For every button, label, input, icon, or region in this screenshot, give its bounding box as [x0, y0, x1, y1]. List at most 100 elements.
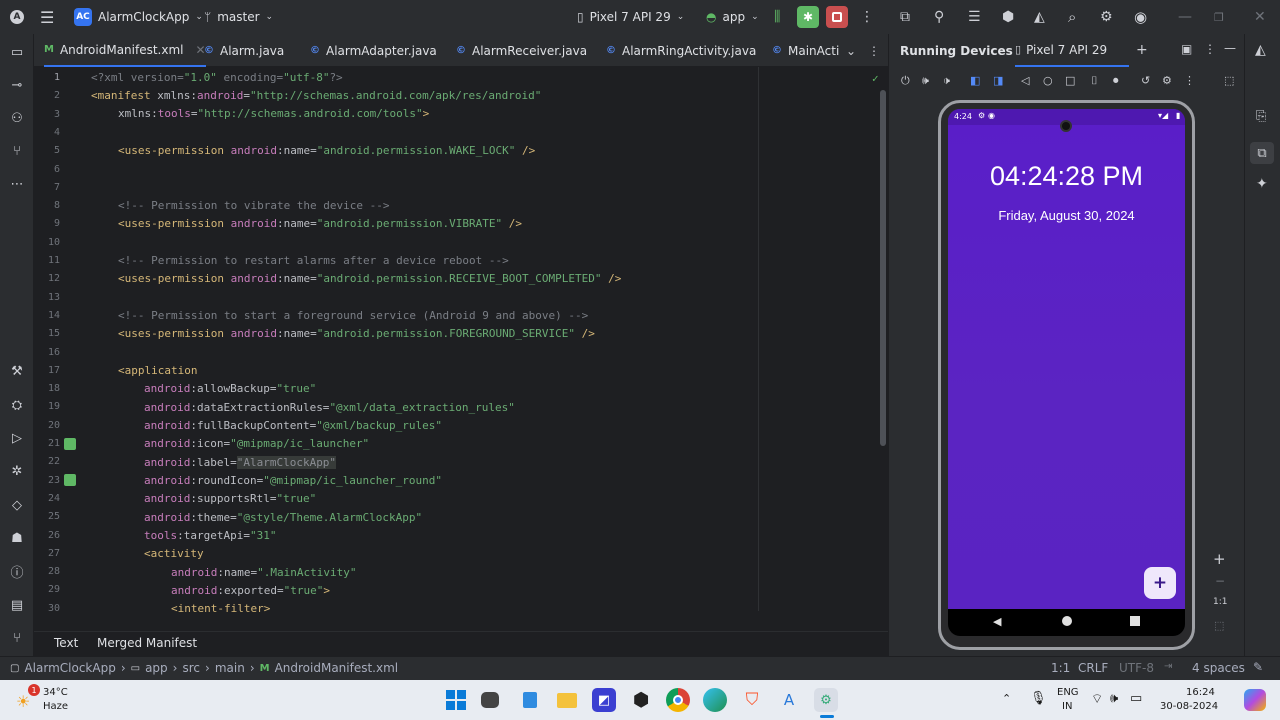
add-device-icon[interactable]: +	[1136, 42, 1148, 58]
hide-panel-icon[interactable]: —	[1224, 41, 1236, 55]
line-separator[interactable]: CRLF	[1078, 661, 1108, 675]
battery-icon[interactable]: ▭	[1130, 691, 1142, 706]
tab-androidmanifest[interactable]: M AndroidManifest.xml ✕	[44, 34, 206, 67]
search-icon[interactable]: ⌕	[1068, 0, 1076, 34]
build-icon[interactable]: ⚒	[8, 362, 26, 380]
add-alarm-fab[interactable]: +	[1144, 567, 1176, 599]
device-selector[interactable]: ▯ Pixel 7 API 29 ⌄	[577, 0, 684, 34]
device-tab[interactable]: ▯ Pixel 7 API 29	[1015, 34, 1129, 67]
edge-icon[interactable]	[703, 688, 727, 712]
breadcrumb-item[interactable]: app	[145, 661, 168, 675]
file-encoding[interactable]: UTF-8	[1119, 661, 1154, 675]
android-studio-logo-icon[interactable]: A	[10, 0, 24, 34]
project-folder-icon[interactable]: ▭	[8, 43, 26, 61]
logcat-icon[interactable]: ☰	[968, 0, 981, 34]
tab-mainactivity[interactable]: © MainActi	[772, 34, 839, 67]
zoom-actual-size-button[interactable]: 1:1	[1213, 597, 1227, 607]
indent-setting[interactable]: 4 spaces	[1192, 661, 1245, 675]
unity-app-icon[interactable]: ⬢	[629, 688, 653, 712]
task-view-icon[interactable]	[481, 692, 499, 708]
layout-inspector-icon[interactable]: ⬚	[1224, 74, 1234, 87]
branch-selector[interactable]: ᛘ master ⌄	[204, 0, 273, 34]
start-button[interactable]	[444, 688, 468, 712]
terminal-icon[interactable]: ▤	[8, 596, 26, 614]
nav-home-icon[interactable]	[1062, 616, 1072, 626]
language-code[interactable]: ENG	[1057, 687, 1079, 698]
tabs-overflow-chevron-icon[interactable]: ⌄	[846, 34, 856, 67]
main-menu-icon[interactable]: ☰	[40, 0, 54, 34]
weather-desc[interactable]: Haze	[43, 701, 68, 712]
overview-icon[interactable]: □	[1065, 74, 1075, 87]
no-problems-check-icon[interactable]: ✓	[872, 72, 879, 85]
screenshot-icon[interactable]: ⌷	[1091, 74, 1098, 88]
device-explorer-icon[interactable]: ◇	[8, 496, 26, 514]
debug-icon[interactable]: ✲	[8, 462, 26, 480]
gradle-icon[interactable]: ◭	[1034, 0, 1045, 34]
resource-manager-icon[interactable]: ⚇	[8, 109, 26, 127]
profiler-icon[interactable]: ⚲	[934, 0, 944, 34]
breadcrumb-item[interactable]: AlarmClockApp	[24, 661, 115, 675]
device-file-explorer-icon[interactable]: ⎘	[1256, 109, 1266, 124]
running-devices-icon[interactable]: ⧉	[1250, 142, 1274, 164]
problems-icon[interactable]: ⓘ	[8, 562, 26, 581]
gemini-icon[interactable]: ✦	[1256, 176, 1268, 192]
restore-icon[interactable]: ❐	[1214, 0, 1224, 34]
store-icon[interactable]	[518, 688, 542, 712]
zoom-fit-icon[interactable]: ⬚	[1214, 619, 1224, 632]
tab-alarmringactivity-java[interactable]: © AlarmRingActivity.java	[606, 34, 756, 67]
weather-widget[interactable]: ☀ 1	[14, 684, 40, 712]
tab-alarmreceiver-java[interactable]: © AlarmReceiver.java	[456, 34, 587, 67]
version-control-icon[interactable]: ⑂	[8, 629, 26, 647]
breadcrumb-item[interactable]: main	[215, 661, 245, 675]
taskbar-date[interactable]: 30-08-2024	[1160, 701, 1218, 712]
panel-options-icon[interactable]: ⋮	[1204, 42, 1216, 56]
round-icon-preview-icon[interactable]	[64, 474, 76, 486]
caret-position[interactable]: 1:1	[1051, 661, 1070, 675]
vscode-like-app-icon[interactable]: ◩	[592, 688, 616, 712]
pull-requests-icon[interactable]: ⑂	[8, 142, 26, 160]
zoom-in-icon[interactable]: +	[1213, 550, 1226, 568]
account-icon[interactable]: ◉	[1134, 0, 1147, 34]
nav-recents-icon[interactable]	[1130, 616, 1140, 626]
code-editor[interactable]: 1 2 3 4 5 6 7 8 9 10 11 12 13 14 15 16 17 18 19 20 21 22 23 24 2…	[34, 67, 888, 631]
power-icon[interactable]: ⏻	[901, 74, 910, 88]
nav-back-icon[interactable]: ◀	[993, 615, 1001, 628]
read-only-toggle-icon[interactable]: ✎	[1253, 660, 1263, 674]
home-icon[interactable]: ○	[1043, 74, 1053, 87]
breadcrumb-item[interactable]: AndroidManifest.xml	[275, 661, 399, 675]
breadcrumb-item[interactable]: src	[182, 661, 200, 675]
translator-app-icon[interactable]: A	[777, 688, 801, 712]
zoom-out-icon[interactable]: −	[1215, 574, 1225, 588]
sdk-manager-icon[interactable]: ⬢	[1002, 0, 1014, 34]
logcat-tool-icon[interactable]: ☗	[8, 529, 26, 547]
volume-down-icon[interactable]: 🕩	[943, 74, 950, 88]
device-settings-icon[interactable]: ⚙	[1162, 74, 1172, 87]
debug-button[interactable]: ✱	[797, 0, 819, 34]
language-region[interactable]: IN	[1062, 701, 1072, 712]
taskbar-time[interactable]: 16:24	[1186, 687, 1215, 698]
project-selector[interactable]: AC AlarmClockApp ⌄	[74, 0, 203, 34]
copilot-icon[interactable]	[1244, 689, 1266, 711]
file-explorer-icon[interactable]	[555, 688, 579, 712]
notifications-icon[interactable]: ◭	[1255, 42, 1266, 58]
launcher-icon-preview-icon[interactable]	[64, 438, 76, 450]
brave-icon[interactable]: ⛉	[740, 688, 764, 712]
snapshot-icon[interactable]: ↺	[1141, 74, 1150, 87]
wifi-icon[interactable]: ⌔	[1091, 691, 1103, 707]
tab-alarmadapter-java[interactable]: © AlarmAdapter.java	[310, 34, 437, 67]
volume-icon[interactable]: 🕪	[1110, 691, 1118, 706]
more-actions-icon[interactable]: ⋮	[860, 0, 874, 34]
more-tools-icon[interactable]: ⋯	[8, 175, 26, 193]
weather-temp[interactable]: 34°C	[43, 687, 68, 698]
chrome-icon[interactable]	[666, 688, 690, 712]
screen-record-icon[interactable]: ⏺	[1113, 74, 1119, 88]
app-inspection-icon[interactable]: ⛭	[8, 396, 26, 414]
settings-icon[interactable]: ⚙	[1100, 0, 1113, 34]
editor-scrollbar[interactable]	[880, 90, 886, 446]
tabs-more-icon[interactable]: ⋮	[868, 34, 880, 67]
run-icon[interactable]: ▷	[8, 429, 26, 447]
rotate-right-icon[interactable]: ◨	[993, 74, 1003, 87]
run-config-selector[interactable]: ◓ app ⌄	[706, 0, 759, 34]
merged-manifest-tab[interactable]: Merged Manifest	[97, 636, 197, 650]
commit-icon[interactable]: ⊸	[8, 76, 26, 94]
